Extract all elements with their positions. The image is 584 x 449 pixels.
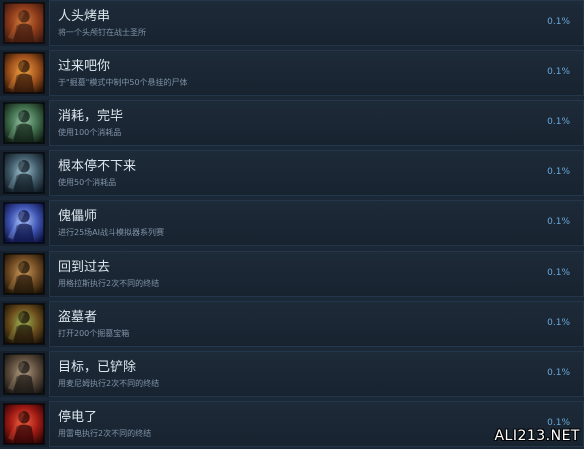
achievement-panel: 根本停不下来 使用50个消耗品 0.1% (49, 150, 584, 196)
achievement-description: 用麦尼姆执行2次不同的终结 (58, 379, 160, 388)
unlock-percent: 0.1% (547, 368, 570, 378)
unlock-percent: 0.1% (547, 117, 570, 127)
achievement-description: 用雷电执行2次不同的终结 (58, 429, 152, 438)
achievement-description: 将一个头颅钉在战士圣所 (58, 28, 146, 37)
unlock-percent: 0.1% (547, 67, 570, 77)
achievement-title: 过来吧你 (58, 59, 111, 74)
achievement-row[interactable]: 根本停不下来 使用50个消耗品 0.1% (0, 150, 584, 196)
achievement-description: 用格拉斯执行2次不同的终结 (58, 279, 160, 288)
achievement-title: 傀儡师 (58, 209, 98, 224)
treasure-chest-icon (3, 303, 45, 345)
achievement-title: 消耗，完毕 (58, 109, 124, 124)
achievement-title: 根本停不下来 (58, 159, 137, 174)
achievement-title: 盗墓者 (58, 310, 98, 325)
lightning-fighter-icon (3, 403, 45, 445)
achievement-description: 打开200个掘墓宝箱 (58, 329, 130, 338)
puppet-master-icon (3, 202, 45, 244)
unlock-percent: 0.1% (547, 167, 570, 177)
achievement-row[interactable]: 消耗，完毕 使用100个消耗品 0.1% (0, 100, 584, 146)
achievement-description: 使用100个消耗品 (58, 128, 122, 137)
soldier-icon (3, 353, 45, 395)
achievement-row[interactable]: 回到过去 用格拉斯执行2次不同的终结 0.1% (0, 251, 584, 297)
achievement-row[interactable]: 过来吧你 于"掘墓"模式中制中50个悬挂的尸体 0.1% (0, 50, 584, 96)
achievement-row[interactable]: 目标，已铲除 用麦尼姆执行2次不同的终结 0.1% (0, 351, 584, 397)
skull-spike-icon (3, 2, 45, 44)
armored-warrior-icon (3, 253, 45, 295)
achievement-panel: 消耗，完毕 使用100个消耗品 0.1% (49, 100, 584, 146)
hanging-corpse-icon (3, 52, 45, 94)
unlock-percent: 0.1% (547, 217, 570, 227)
consumable-stack-icon (3, 152, 45, 194)
achievement-panel: 人头烤串 将一个头颅钉在战士圣所 0.1% (49, 0, 584, 46)
achievement-panel: 回到过去 用格拉斯执行2次不同的终结 0.1% (49, 251, 584, 297)
unlock-percent: 0.1% (547, 268, 570, 278)
achievement-title: 目标，已铲除 (58, 360, 137, 375)
achievement-row[interactable]: 傀儡师 进行25场AI战斗模拟器系列赛 0.1% (0, 200, 584, 246)
achievement-panel: 过来吧你 于"掘墓"模式中制中50个悬挂的尸体 0.1% (49, 50, 584, 96)
unlock-percent: 0.1% (547, 17, 570, 27)
consumable-icon (3, 102, 45, 144)
site-watermark: ALI213.NET (494, 428, 580, 444)
achievement-panel: 傀儡师 进行25场AI战斗模拟器系列赛 0.1% (49, 200, 584, 246)
unlock-percent: 0.1% (547, 318, 570, 328)
achievement-description: 于"掘墓"模式中制中50个悬挂的尸体 (58, 78, 188, 87)
achievement-row[interactable]: 人头烤串 将一个头颅钉在战士圣所 0.1% (0, 0, 584, 46)
achievement-description: 使用50个消耗品 (58, 178, 117, 187)
achievement-title: 回到过去 (58, 260, 111, 275)
achievement-panel: 目标，已铲除 用麦尼姆执行2次不同的终结 0.1% (49, 351, 584, 397)
achievement-panel: 盗墓者 打开200个掘墓宝箱 0.1% (49, 301, 584, 347)
achievement-title: 停电了 (58, 410, 98, 425)
achievement-description: 进行25场AI战斗模拟器系列赛 (58, 228, 165, 237)
achievement-row[interactable]: 盗墓者 打开200个掘墓宝箱 0.1% (0, 301, 584, 347)
achievement-list: 人头烤串 将一个头颅钉在战士圣所 0.1% 过来吧你 于"掘墓"模式中制中50个… (0, 0, 584, 449)
achievement-title: 人头烤串 (58, 9, 111, 24)
